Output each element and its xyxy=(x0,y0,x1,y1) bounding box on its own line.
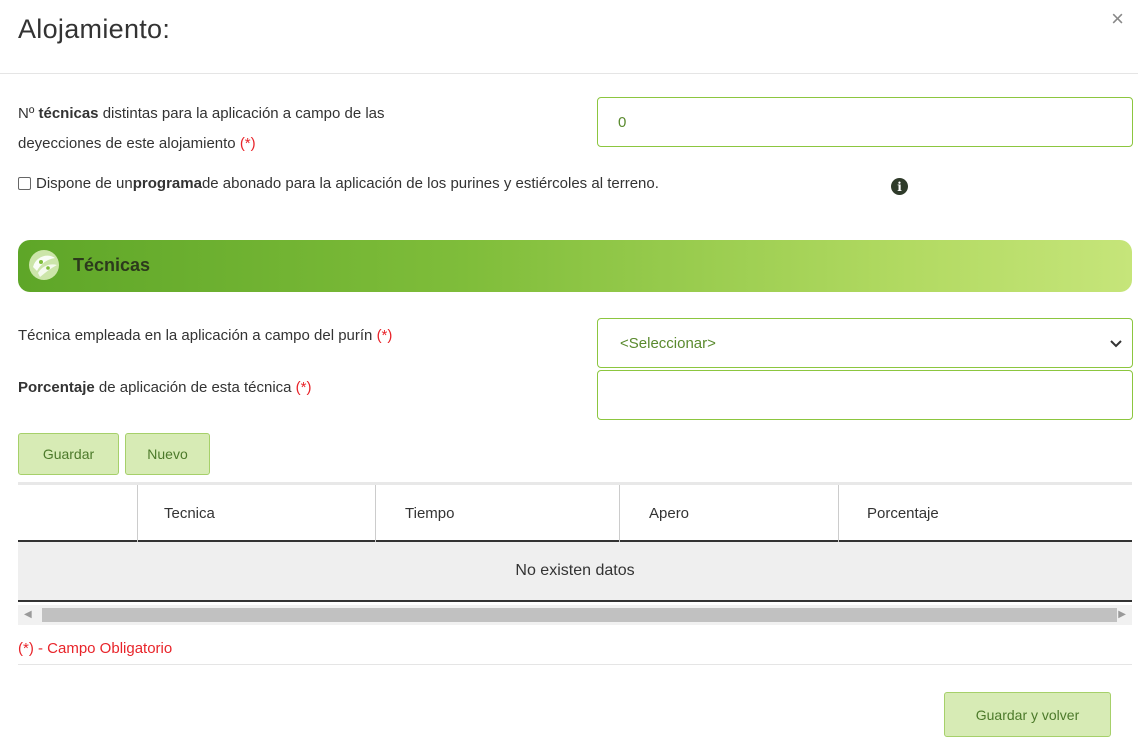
column-header-tiempo[interactable]: Tiempo xyxy=(391,485,631,542)
tecnica-select[interactable]: <Seleccionar> xyxy=(597,318,1133,368)
info-icon[interactable]: i xyxy=(891,178,908,195)
modal-header: Alojamiento: × xyxy=(0,0,1138,74)
num-tecnicas-label: Nº técnicas distintas para la aplicación… xyxy=(18,105,385,152)
required-footnote: (*) - Campo Obligatorio xyxy=(18,640,173,657)
porcentaje-input[interactable] xyxy=(597,370,1133,420)
required-mark: (*) xyxy=(295,379,312,396)
column-divider xyxy=(838,485,839,542)
horizontal-scrollbar[interactable]: ◀ ▶ xyxy=(18,605,1132,625)
num-tecnicas-input[interactable]: 0 xyxy=(597,97,1133,147)
scroll-right-icon[interactable]: ▶ xyxy=(1118,608,1126,622)
column-divider xyxy=(137,485,138,542)
column-header-tecnica[interactable]: Tecnica xyxy=(150,485,375,542)
table-header: Tecnica Tiempo Apero Porcentaje xyxy=(18,482,1132,542)
tecnicas-section-header: Técnicas xyxy=(18,240,1132,292)
nuevo-button[interactable]: Nuevo xyxy=(125,433,210,475)
column-header-porcentaje[interactable]: Porcentaje xyxy=(853,485,1123,542)
programa-checkbox-row: Dispone de un programa de abonado para l… xyxy=(18,175,659,192)
close-icon[interactable]: × xyxy=(1111,8,1124,30)
programa-checkbox[interactable] xyxy=(18,177,31,190)
modal-title: Alojamiento: xyxy=(18,14,171,44)
column-header-blank xyxy=(18,485,136,542)
column-divider xyxy=(375,485,376,542)
divider xyxy=(18,664,1132,665)
tecnica-label: Técnica empleada en la aplicación a camp… xyxy=(18,327,393,344)
required-mark: (*) xyxy=(376,327,393,344)
scroll-left-icon[interactable]: ◀ xyxy=(24,608,32,622)
scrollbar-thumb[interactable] xyxy=(42,608,1117,622)
tecnicas-table: Tecnica Tiempo Apero Porcentaje No exist… xyxy=(18,482,1132,602)
leaf-logo-icon xyxy=(29,250,59,280)
required-mark: (*) xyxy=(239,135,256,152)
chevron-down-icon xyxy=(1110,340,1122,348)
guardar-y-volver-button[interactable]: Guardar y volver xyxy=(944,692,1111,737)
column-header-apero[interactable]: Apero xyxy=(635,485,853,542)
section-title: Técnicas xyxy=(73,255,151,275)
column-divider xyxy=(619,485,620,542)
guardar-button[interactable]: Guardar xyxy=(18,433,119,475)
empty-row: No existen datos xyxy=(18,542,1132,602)
porcentaje-label: Porcentaje de aplicación de esta técnica… xyxy=(18,379,312,396)
